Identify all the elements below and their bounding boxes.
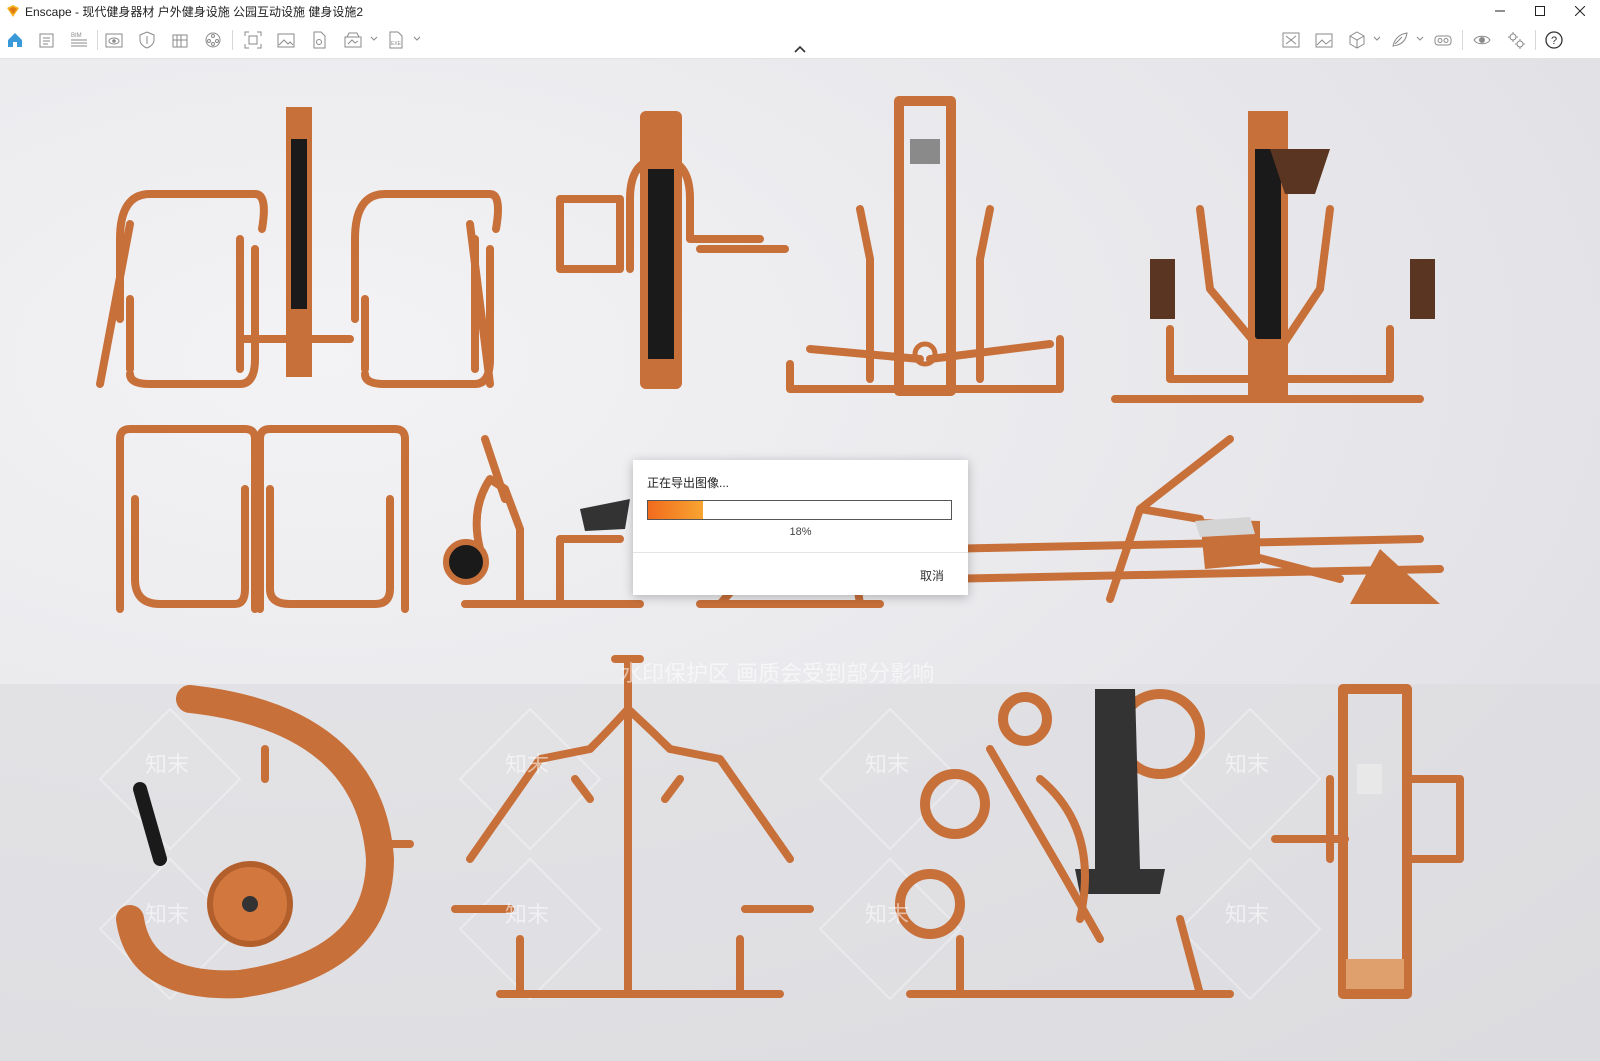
exe-export-icon[interactable]: EXE [385, 29, 407, 51]
exe-label: EXE [391, 41, 402, 47]
chevron-down-icon[interactable] [413, 35, 421, 43]
gallery-icon[interactable] [1313, 29, 1335, 51]
screenshot-icon[interactable] [242, 29, 264, 51]
toolbar-separator [1535, 30, 1536, 50]
help-label: ? [1551, 35, 1557, 47]
watermark-brand: 知末 [145, 752, 190, 777]
window-title: Enscape - 现代健身器材 户外健身设施 公园互动设施 健身设施2 [25, 4, 364, 19]
close-icon[interactable] [1560, 0, 1600, 22]
bim-icon[interactable]: BIM [68, 29, 90, 51]
chevron-down-icon[interactable] [1416, 35, 1424, 43]
bim-label: BIM [71, 33, 82, 39]
watermark-text: 水印保护区 画质会受到部分影响 [620, 661, 935, 686]
progress-percent: 18% [789, 526, 812, 538]
visibility-icon[interactable] [1471, 29, 1493, 51]
equipment-double-walker [96, 107, 502, 388]
dialog-title: 正在导出图像... [647, 476, 730, 490]
progress-fill [648, 501, 703, 519]
document-export-icon[interactable] [308, 29, 330, 51]
maximize-icon[interactable] [1520, 0, 1560, 22]
collapse-toolbar-icon[interactable] [793, 44, 807, 54]
watermark-brand: 知末 [505, 752, 550, 777]
watermark-brand: 知末 [145, 902, 190, 927]
watermark-brand: 知末 [865, 902, 910, 927]
building-icon[interactable] [169, 29, 191, 51]
cube-icon[interactable] [1346, 29, 1368, 51]
help-icon[interactable]: ? [1543, 29, 1565, 51]
watermark-brand: 知末 [505, 902, 550, 927]
eye-view-icon[interactable] [103, 29, 125, 51]
chevron-down-icon[interactable] [370, 35, 378, 43]
image-icon[interactable] [275, 29, 297, 51]
toolbar-separator [97, 30, 98, 50]
home-icon[interactable] [4, 29, 26, 51]
watermark-brand: 知末 [1225, 752, 1270, 777]
title-bar: Enscape - 现代健身器材 户外健身设施 公园互动设施 健身设施2 [0, 0, 1600, 22]
toolbar-separator [1462, 30, 1463, 50]
export-progress-bar [647, 500, 952, 520]
site-context-icon[interactable] [1280, 29, 1302, 51]
vr-headset-icon[interactable] [1432, 29, 1454, 51]
enscape-logo-icon [7, 5, 19, 17]
watermark-brand: 知末 [865, 752, 910, 777]
equipment-rowing-machine [936, 435, 1444, 604]
watermark-brand: 知末 [1225, 902, 1270, 927]
chevron-down-icon[interactable] [1373, 35, 1381, 43]
notes-icon[interactable] [36, 29, 58, 51]
shield-icon[interactable] [136, 29, 158, 51]
toolbar-separator [232, 30, 233, 50]
equipment-seated-press [1111, 111, 1435, 403]
equipment-tai-chi-pusher [556, 111, 789, 389]
material-icon[interactable] [1389, 29, 1411, 51]
film-reel-icon[interactable] [202, 29, 224, 51]
window-controls [1480, 0, 1600, 22]
minimize-icon[interactable] [1480, 0, 1520, 22]
equipment-walker-front [116, 425, 409, 613]
settings-icon[interactable] [1505, 29, 1527, 51]
dialog-divider [633, 552, 968, 553]
batch-render-icon[interactable] [342, 29, 364, 51]
export-progress-dialog: 正在导出图像... 18% 取消 [633, 460, 968, 595]
cancel-button[interactable]: 取消 [920, 567, 944, 584]
equipment-elliptical-walker [786, 96, 1064, 396]
